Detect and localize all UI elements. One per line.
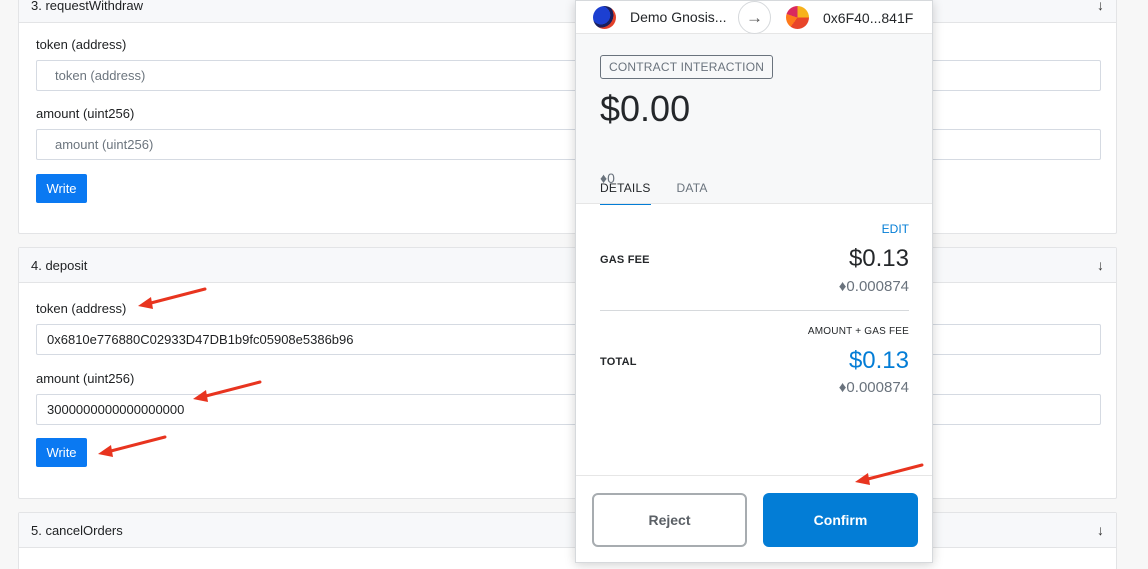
account-bar: Demo Gnosis... → 0x6F40...841F	[576, 1, 932, 34]
screen: 3. requestWithdraw ↓ token (address) tok…	[0, 0, 1148, 569]
action-footer: Reject Confirm	[576, 475, 932, 562]
arrow-right-icon: →	[738, 1, 771, 34]
gas-fee-eth: ♦0.000874	[838, 278, 909, 295]
gas-fee-label: GAS FEE	[600, 254, 650, 266]
function-card-header[interactable]: 3. requestWithdraw ↓	[19, 0, 1116, 23]
divider	[600, 310, 909, 311]
chevron-down-icon[interactable]: ↓	[1097, 522, 1104, 538]
amount-gas-fee-label: AMOUNT + GAS FEE	[807, 326, 909, 337]
details-panel: EDIT GAS FEE $0.13 ♦0.000874 AMOUNT + GA…	[576, 205, 932, 475]
from-account[interactable]: Demo Gnosis...	[576, 5, 741, 29]
function-card-header[interactable]: 5. cancelOrders ↓	[19, 513, 1116, 548]
token-label: token (address)	[36, 37, 127, 52]
function-card-request-withdraw: 3. requestWithdraw ↓ token (address) tok…	[18, 0, 1117, 234]
function-title: 5. cancelOrders	[31, 522, 123, 538]
total-eth: ♦0.000874	[838, 379, 909, 396]
write-button[interactable]: Write	[36, 438, 87, 467]
function-title: 3. requestWithdraw	[31, 0, 143, 13]
total-fiat: $0.13	[848, 347, 909, 374]
from-account-name: Demo Gnosis...	[630, 9, 727, 25]
total-fiat-amount: $0.00	[600, 88, 691, 129]
annotation-arrow-icon	[138, 287, 207, 309]
tab-bar: DETAILS DATA	[600, 181, 708, 206]
tab-data[interactable]: DATA	[677, 181, 708, 206]
annotation-arrow-icon	[98, 435, 167, 457]
annotation-arrow-icon	[193, 380, 262, 402]
write-button[interactable]: Write	[36, 174, 87, 203]
total-label: TOTAL	[600, 356, 637, 368]
to-identicon-icon	[786, 6, 809, 29]
token-label: token (address)	[36, 301, 127, 316]
amount-label: amount (uint256)	[36, 106, 135, 121]
to-account[interactable]: 0x6F40...841F	[786, 6, 913, 29]
annotation-arrow-icon	[855, 463, 924, 485]
to-account-address: 0x6F40...841F	[823, 9, 914, 26]
edit-gas-link[interactable]: EDIT	[882, 222, 909, 236]
confirm-button[interactable]: Confirm	[763, 493, 918, 547]
transaction-summary: CONTRACT INTERACTION $0.00 ♦0	[576, 34, 932, 204]
function-card-header[interactable]: 4. deposit ↓	[19, 248, 1116, 283]
amount-input[interactable]: amount (uint256)	[36, 129, 1101, 160]
token-input[interactable]: 0x6810e776880C02933D47DB1b9fc05908e5386b…	[36, 324, 1101, 355]
token-input[interactable]: token (address)	[36, 60, 1101, 91]
amount-label: amount (uint256)	[36, 371, 135, 386]
function-title: 4. deposit	[31, 257, 88, 273]
function-card-cancel-orders: 5. cancelOrders ↓	[18, 512, 1117, 569]
reject-button[interactable]: Reject	[592, 493, 747, 547]
chevron-down-icon[interactable]: ↓	[1097, 0, 1104, 13]
chevron-down-icon[interactable]: ↓	[1097, 257, 1104, 273]
gas-fee-fiat: $0.13	[848, 245, 909, 272]
tab-details[interactable]: DETAILS	[600, 181, 651, 206]
from-identicon-icon	[593, 5, 616, 29]
action-badge: CONTRACT INTERACTION	[600, 55, 774, 79]
